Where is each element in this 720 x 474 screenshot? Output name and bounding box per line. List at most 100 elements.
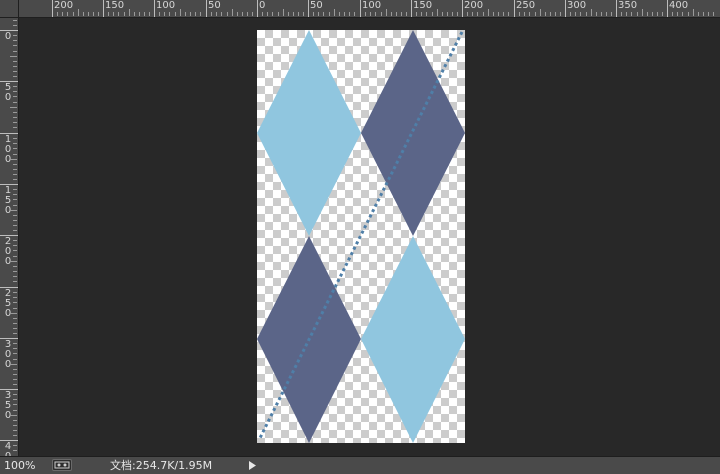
ruler-minor-tick: [606, 12, 607, 16]
ruler-minor-tick: [13, 379, 17, 380]
ruler-minor-tick: [13, 297, 17, 298]
ruler-minor-tick: [149, 12, 150, 16]
ruler-label: 100: [156, 0, 176, 11]
ruler-minor-tick: [73, 12, 74, 16]
ruler-minor-tick: [98, 12, 99, 16]
ruler-minor-tick: [247, 12, 248, 16]
ruler-minor-tick: [550, 12, 551, 16]
ruler-minor-tick: [488, 9, 489, 16]
ruler-minor-tick: [626, 12, 627, 16]
ruler-label: 50: [3, 83, 13, 103]
ruler-minor-tick: [272, 12, 273, 16]
ruler-minor-tick: [13, 353, 17, 354]
ruler-minor-tick: [216, 12, 217, 16]
ruler-minor-tick: [13, 281, 17, 282]
ruler-minor-tick: [13, 225, 17, 226]
ruler-minor-tick: [13, 450, 17, 451]
ruler-minor-tick: [13, 348, 17, 349]
ruler-minor-tick: [406, 12, 407, 16]
ruler-minor-tick: [570, 12, 571, 16]
ruler-label: 150: [413, 0, 433, 11]
ruler-minor-tick: [580, 12, 581, 16]
horizontal-ruler[interactable]: 200 150 100 50 0 50 100 150 200 250 300 350 400: [19, 0, 720, 18]
zoom-level[interactable]: 100%: [4, 459, 35, 472]
document-view-icon[interactable]: [52, 459, 72, 471]
ruler-minor-tick: [10, 107, 17, 108]
ruler-minor-tick: [13, 374, 17, 375]
ruler-minor-tick: [662, 12, 663, 16]
ruler-minor-tick: [13, 117, 17, 118]
ruler-minor-tick: [344, 12, 345, 16]
ruler-minor-tick: [508, 12, 509, 16]
ruler-label: 150: [105, 0, 125, 11]
ruler-minor-tick: [354, 12, 355, 16]
ruler-minor-tick: [288, 12, 289, 16]
ruler-minor-tick: [621, 12, 622, 16]
ruler-minor-tick: [611, 12, 612, 16]
ruler-minor-tick: [657, 12, 658, 16]
ruler-label: 400: [669, 0, 689, 11]
ruler-minor-tick: [13, 66, 17, 67]
ruler-minor-tick: [88, 12, 89, 16]
ruler-minor-tick: [386, 9, 387, 16]
ruler-minor-tick: [13, 394, 17, 395]
ruler-label-digit: 0: [4, 308, 12, 319]
ruler-minor-tick: [13, 35, 17, 36]
ruler-minor-tick: [13, 271, 17, 272]
ruler-minor-tick: [83, 12, 84, 16]
ruler-minor-tick: [672, 12, 673, 16]
ruler-minor-tick: [452, 12, 453, 16]
ruler-minor-tick: [437, 9, 438, 16]
ruler-label: 40: [3, 442, 13, 457]
ruler-minor-tick: [13, 138, 17, 139]
ruler-minor-tick: [375, 12, 376, 16]
ruler-minor-tick: [10, 159, 17, 160]
ruler-corner[interactable]: [0, 0, 19, 18]
ruler-label: 100: [362, 0, 382, 11]
ruler-minor-tick: [13, 425, 17, 426]
ruler-minor-tick: [139, 12, 140, 16]
ruler-minor-tick: [677, 12, 678, 16]
ruler-label: 50: [310, 0, 323, 11]
play-arrow-icon[interactable]: [247, 460, 257, 471]
ruler-minor-tick: [13, 174, 17, 175]
ruler-minor-tick: [13, 194, 17, 195]
ruler-minor-tick: [13, 45, 17, 46]
ruler-minor-tick: [370, 12, 371, 16]
ruler-minor-tick: [601, 12, 602, 16]
ruler-label: 350: [3, 391, 13, 421]
ruler-label: 350: [618, 0, 638, 11]
ruler-minor-tick: [545, 12, 546, 16]
ruler-minor-tick: [252, 12, 253, 16]
document-canvas[interactable]: [257, 30, 465, 443]
ruler-minor-tick: [13, 199, 17, 200]
ruler-label: 300: [3, 340, 13, 370]
ruler-minor-tick: [13, 250, 17, 251]
ruler-minor-tick: [381, 12, 382, 16]
ruler-minor-tick: [13, 256, 17, 257]
vertical-ruler[interactable]: 05010015020025030035040: [0, 18, 19, 456]
ruler-label-digit: 0: [4, 205, 12, 216]
ruler-minor-tick: [396, 12, 397, 16]
ruler-minor-tick: [13, 245, 17, 246]
ruler-minor-tick: [467, 12, 468, 16]
ruler-label: 0: [259, 0, 266, 11]
ruler-minor-tick: [524, 12, 525, 16]
ruler-minor-tick: [426, 12, 427, 16]
ruler-minor-tick: [303, 12, 304, 16]
ruler-minor-tick: [134, 12, 135, 16]
ruler-label: 250: [516, 0, 536, 11]
ruler-minor-tick: [682, 12, 683, 16]
ruler-minor-tick: [13, 25, 17, 26]
ruler-minor-tick: [185, 12, 186, 16]
ruler-minor-tick: [293, 12, 294, 16]
ruler-minor-tick: [560, 12, 561, 16]
ruler-minor-tick: [283, 9, 284, 16]
ruler-minor-tick: [195, 12, 196, 16]
ruler-minor-tick: [232, 9, 233, 16]
ruler-minor-tick: [493, 12, 494, 16]
ruler-minor-tick: [124, 12, 125, 16]
ruler-minor-tick: [13, 230, 17, 231]
ruler-minor-tick: [13, 96, 17, 97]
ruler-minor-tick: [339, 12, 340, 16]
